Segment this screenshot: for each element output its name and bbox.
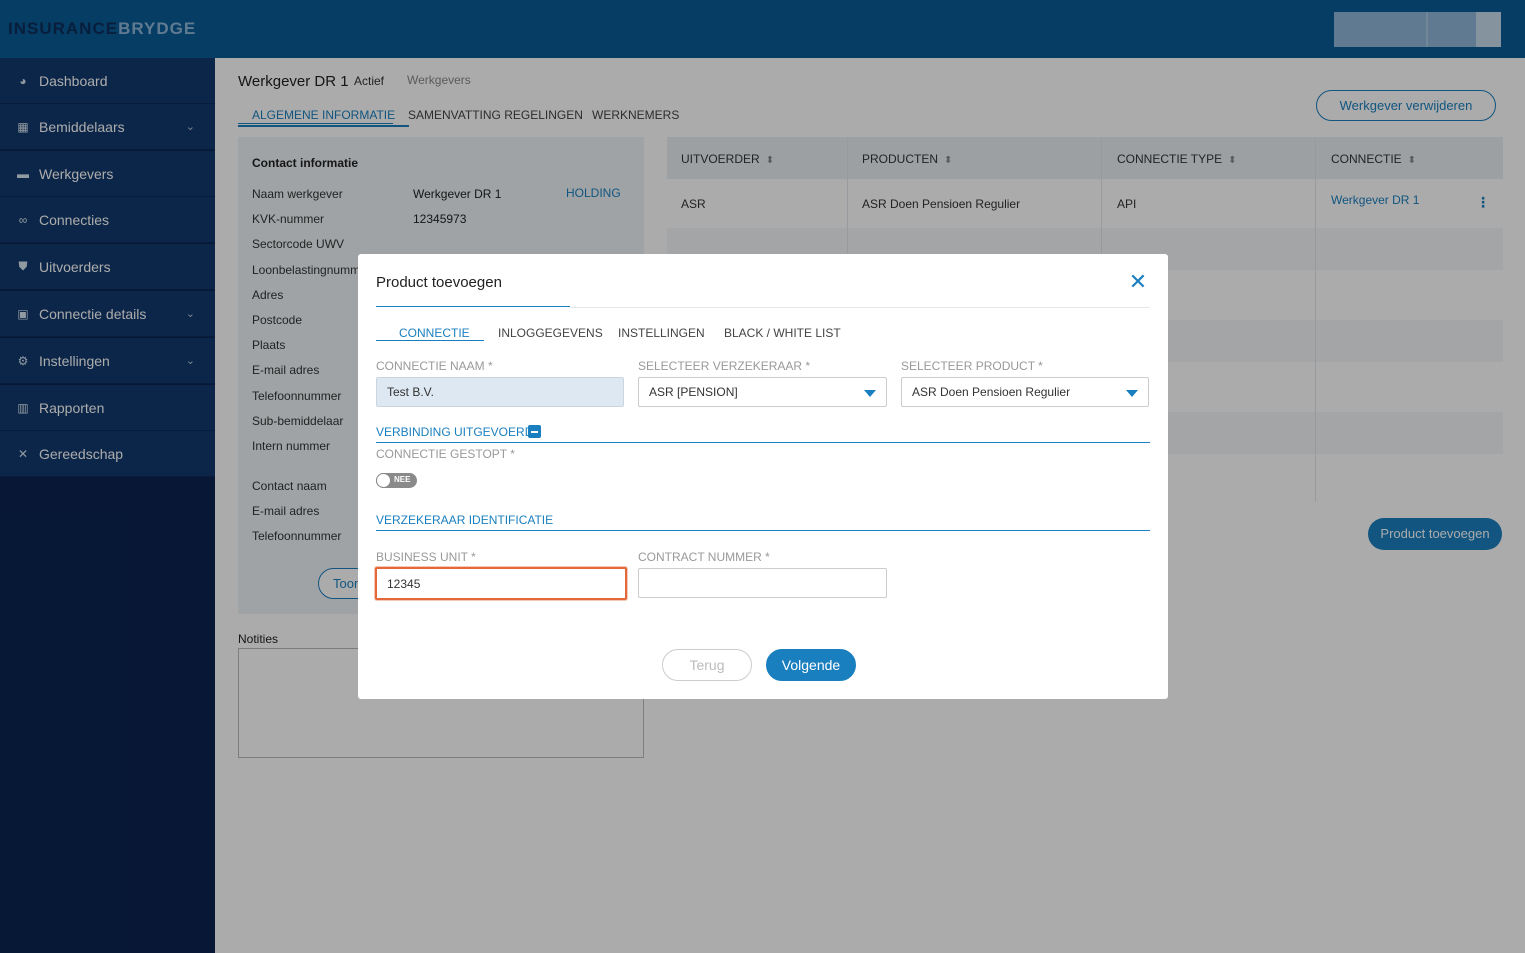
insurer-select-value: ASR [PENSION] xyxy=(649,385,738,399)
modal-title-underline xyxy=(376,306,570,307)
collapse-icon[interactable] xyxy=(528,425,541,438)
tab-inloggegevens[interactable]: INLOGGEGEVENS xyxy=(498,326,603,340)
tab-instellingen[interactable]: INSTELLINGEN xyxy=(618,326,705,340)
product-select-label: SELECTEER PRODUCT * xyxy=(901,359,1043,373)
business-unit-input[interactable] xyxy=(375,567,627,600)
toggle-label: NEE xyxy=(394,475,411,484)
section-verbinding-title: VERBINDING UITGEVOERD xyxy=(376,425,534,439)
dropdown-arrow-icon xyxy=(864,390,876,397)
connection-stopped-label: CONNECTIE GESTOPT * xyxy=(376,447,515,461)
product-select[interactable]: ASR Doen Pensioen Regulier xyxy=(901,377,1149,407)
tab-connectie[interactable]: CONNECTIE xyxy=(399,326,470,340)
section-divider xyxy=(376,530,1150,531)
modal-title: Product toevoegen xyxy=(376,274,502,291)
next-button[interactable]: Volgende xyxy=(766,649,856,681)
insurer-select-label: SELECTEER VERZEKERAAR * xyxy=(638,359,811,373)
connection-stopped-toggle[interactable]: NEE xyxy=(376,473,417,488)
section-divider xyxy=(376,442,1150,443)
connection-name-label: CONNECTIE NAAM * xyxy=(376,359,493,373)
section-identificatie-title: VERZEKERAAR IDENTIFICATIE xyxy=(376,513,554,527)
modal-header-divider xyxy=(570,307,1150,308)
connection-name-input[interactable] xyxy=(376,377,624,407)
contract-number-input[interactable] xyxy=(638,568,887,598)
insurer-select[interactable]: ASR [PENSION] xyxy=(638,377,887,407)
tab-black-white-list[interactable]: BLACK / WHITE LIST xyxy=(724,326,841,340)
contract-number-label: CONTRACT NUMMER * xyxy=(638,550,770,564)
close-icon[interactable]: ✕ xyxy=(1128,270,1148,294)
active-tab-underline xyxy=(376,340,484,341)
back-button[interactable]: Terug xyxy=(662,649,752,681)
toggle-knob xyxy=(376,473,391,488)
product-select-value: ASR Doen Pensioen Regulier xyxy=(912,385,1071,399)
dropdown-arrow-icon xyxy=(1126,390,1138,397)
business-unit-label: BUSINESS UNIT * xyxy=(376,550,476,564)
add-product-modal: Product toevoegen ✕ CONNECTIE INLOGGEGEV… xyxy=(358,254,1168,699)
